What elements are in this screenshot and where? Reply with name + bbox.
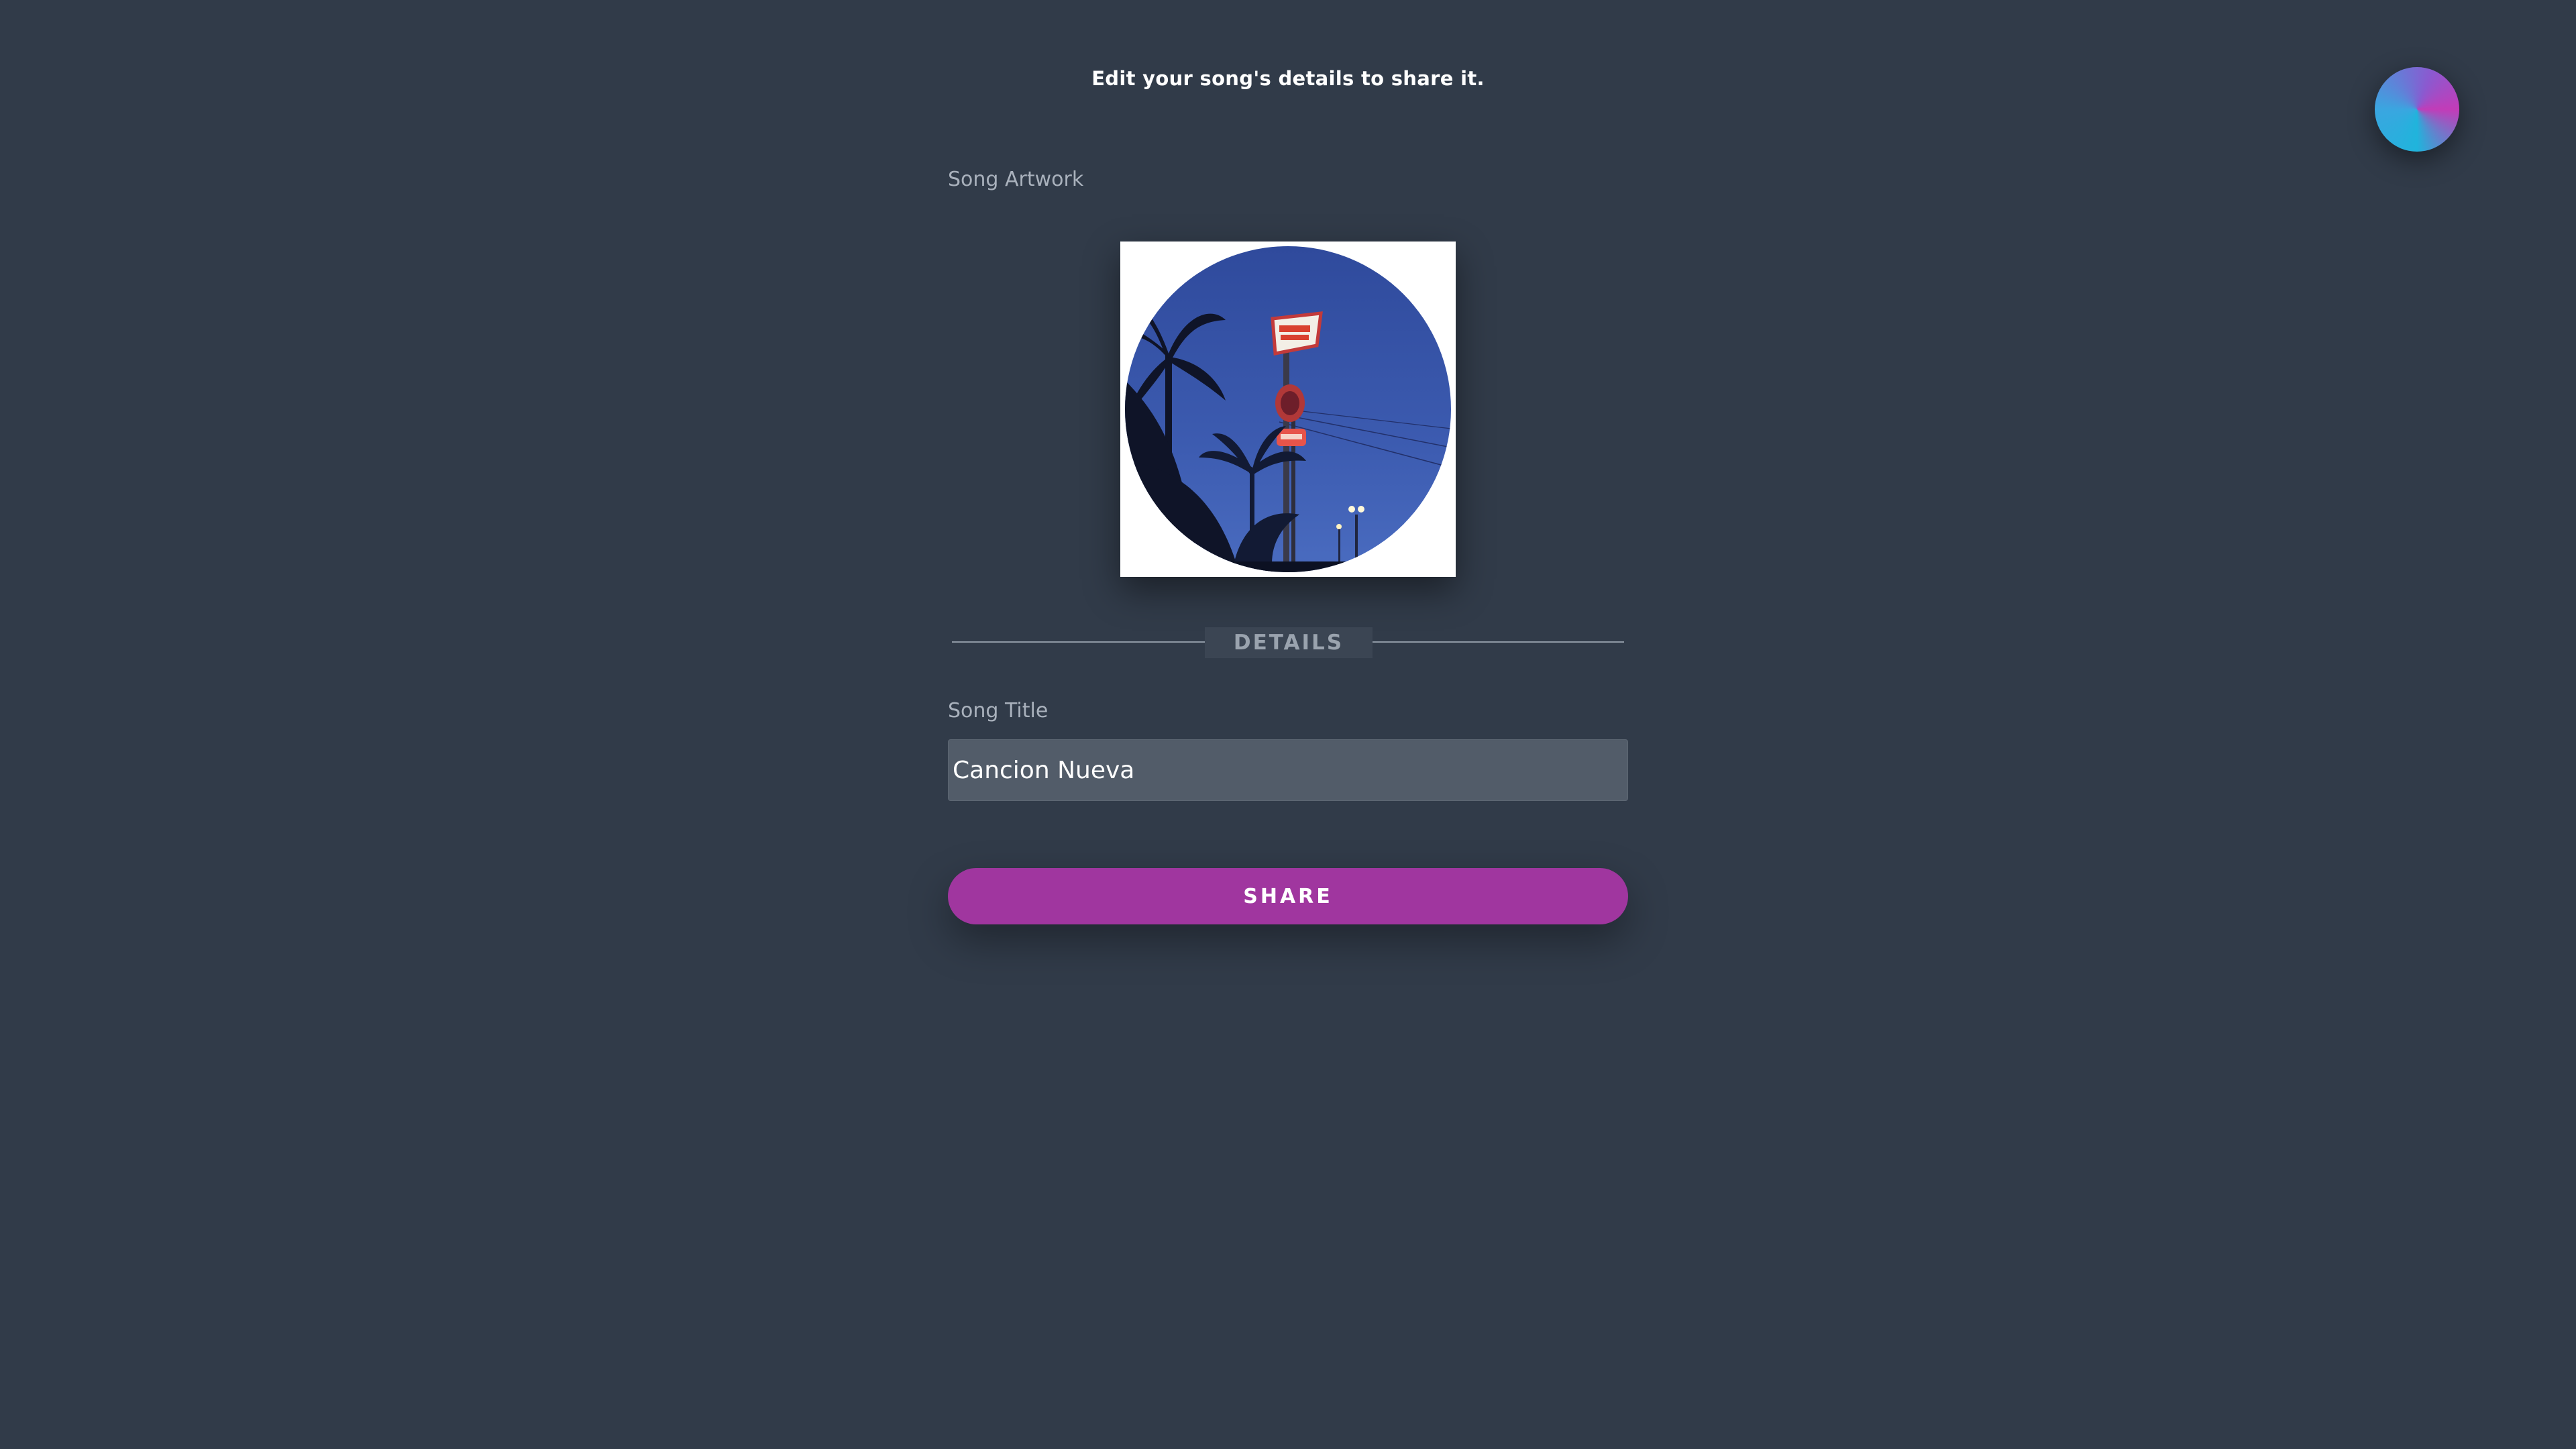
- user-avatar[interactable]: [2375, 67, 2459, 152]
- song-artwork-image: [1125, 246, 1451, 572]
- song-title-input[interactable]: [948, 739, 1628, 801]
- page-title: Edit your song's details to share it.: [1091, 67, 1485, 90]
- share-song-page: Edit your song's details to share it. So…: [0, 0, 2576, 1449]
- share-button[interactable]: SHARE: [948, 868, 1628, 924]
- song-artwork-label: Song Artwork: [948, 168, 1084, 191]
- song-title-label: Song Title: [948, 699, 1049, 722]
- details-section-label: DETAILS: [1205, 627, 1373, 658]
- song-artwork-picker[interactable]: [1120, 241, 1456, 577]
